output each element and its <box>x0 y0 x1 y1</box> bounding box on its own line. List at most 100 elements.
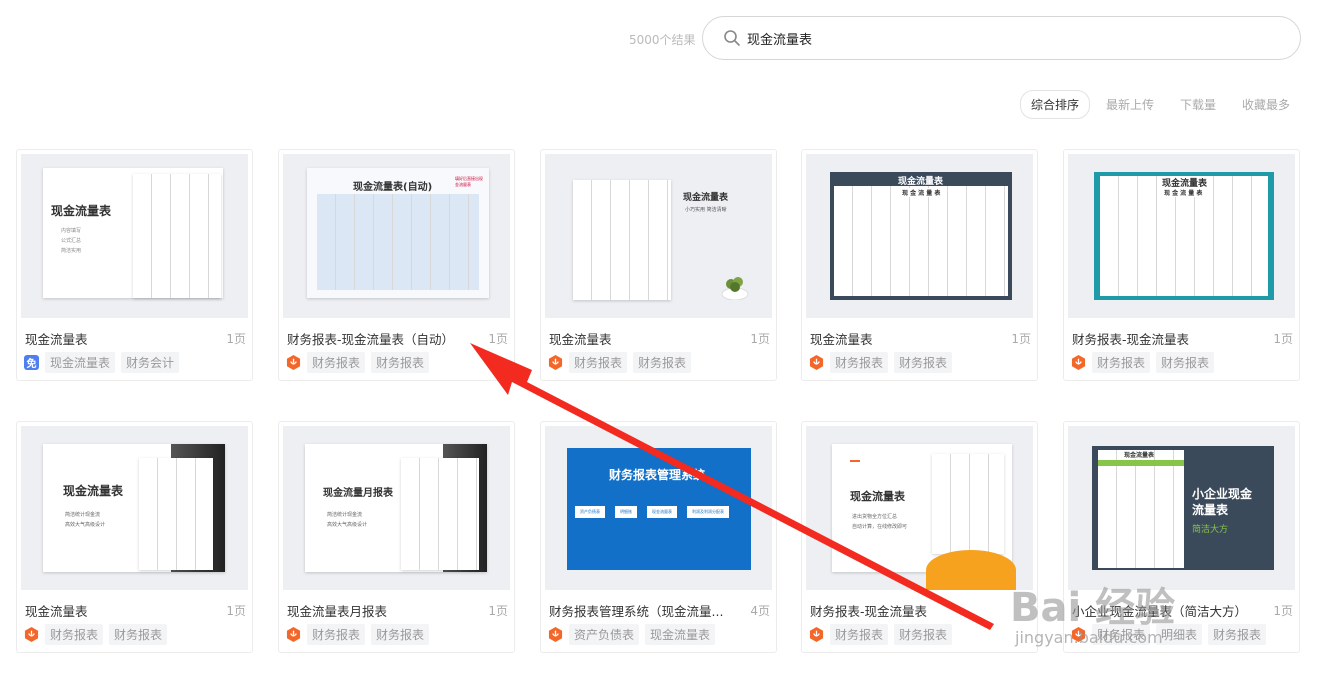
sort-downloads[interactable]: 下载量 <box>1170 91 1226 118</box>
thumb-heading: 财务报表管理系统 <box>609 468 706 482</box>
doc-title[interactable]: 现金流量表月报表 <box>287 601 467 620</box>
sort-favorites[interactable]: 收藏最多 <box>1232 91 1300 118</box>
doc-source-logo-icon <box>548 355 563 370</box>
doc-title[interactable]: 现金流量表 <box>25 329 205 348</box>
tag-row: 财务报表 财务报表 <box>809 624 953 645</box>
doc-title[interactable]: 现金流量表 <box>549 329 729 348</box>
doc-thumbnail[interactable]: 现金流量表 小巧实用 简洁清晰 <box>545 154 772 318</box>
search-box[interactable] <box>702 16 1301 60</box>
tag[interactable]: 财务报表 <box>830 352 889 373</box>
doc-thumbnail[interactable]: 现金流量表 小企业现金流量表 简洁大方 <box>1068 426 1295 590</box>
doc-thumbnail[interactable]: 现金流量表 现 金 流 量 表 <box>1068 154 1295 318</box>
tag[interactable]: 财务报表 <box>371 352 430 373</box>
page-count: 1页 <box>488 604 508 618</box>
doc-card[interactable]: 现金流量表 现 金 流 量 表 财务报表-现金流量表 1页 财务报表 财务报表 <box>1063 149 1300 381</box>
thumb-sheet-title: 现金流量表 <box>1124 450 1155 459</box>
doc-thumbnail[interactable]: 现金流量月报表 简洁统计现金流 高效大气高级设计 <box>283 426 510 590</box>
doc-source-logo-icon <box>809 355 824 370</box>
doc-card[interactable]: 现金流量表 简洁统计现金流 高效大气高级设计 现金流量表 1页 财务报表 财务报表 <box>16 421 253 653</box>
thumb-subheading: 简洁大方 <box>1192 525 1229 535</box>
tag[interactable]: 财务报表 <box>894 352 953 373</box>
doc-source-logo-icon <box>286 355 301 370</box>
thumb-heading: 现金流量表 <box>63 484 124 498</box>
doc-title[interactable]: 财务报表-现金流量表（自动） <box>287 329 487 348</box>
tag[interactable]: 财务报表 <box>371 624 430 645</box>
tag[interactable]: 财务报表 <box>45 624 104 645</box>
search-input[interactable] <box>747 25 1267 51</box>
thumb-heading: 现金流量表 <box>683 193 729 203</box>
tag[interactable]: 财务报表 <box>894 624 953 645</box>
doc-thumbnail[interactable]: 现金流量表(自动) 填好后直接出现金流量表 <box>283 154 510 318</box>
page-count: 4页 <box>750 604 770 618</box>
thumb-menu: 简洁统计现金流 高效大气高级设计 <box>65 512 106 528</box>
tag[interactable]: 财务报表 <box>109 624 168 645</box>
tag[interactable]: 财务报表 <box>633 352 692 373</box>
page-count: 1页 <box>1273 332 1293 346</box>
tag[interactable]: 财务报表 <box>1156 352 1215 373</box>
tag[interactable]: 财务报表 <box>1092 352 1151 373</box>
thumb-heading: 小企业现金流量表 <box>1192 487 1253 517</box>
watermark-url: jingyan.baidu.com <box>1015 628 1163 647</box>
thumb-heading: 现金流量表 <box>51 204 112 218</box>
plant-icon <box>721 277 749 300</box>
tag-row: 财务报表 财务报表 <box>809 352 953 373</box>
doc-source-logo-icon <box>809 627 824 642</box>
doc-card[interactable]: 现金流量月报表 简洁统计现金流 高效大气高级设计 现金流量表月报表 1页 财务报表… <box>278 421 515 653</box>
doc-source-logo-icon <box>24 627 39 642</box>
doc-source-logo-icon <box>286 627 301 642</box>
thumb-subheading: 现 金 流 量 表 <box>902 188 941 197</box>
thumb-heading: 现金流量表(自动) <box>353 182 433 193</box>
tag[interactable]: 财务报表 <box>1208 624 1267 645</box>
tag-row: 财务报表 财务报表 <box>286 352 430 373</box>
tag[interactable]: 财务会计 <box>121 352 180 373</box>
doc-title[interactable]: 现金流量表 <box>810 329 990 348</box>
tag-row: 财务报表 财务报表 <box>24 624 168 645</box>
doc-card[interactable]: 现金流量表 现 金 流 量 表 现金流量表 1页 财务报表 财务报表 <box>801 149 1038 381</box>
doc-card[interactable]: 现金流量表 内容填写 公式汇总 简洁实用 现金流量表 1页 免 现金流量表 财务会计 <box>16 149 253 381</box>
tag[interactable]: 财务报表 <box>569 352 628 373</box>
tag-row: 资产负债表 现金流量表 <box>548 624 716 645</box>
page-count: 1页 <box>226 332 246 346</box>
sort-comprehensive[interactable]: 综合排序 <box>1019 90 1090 119</box>
search-icon[interactable] <box>723 29 741 47</box>
result-count: 5000个结果 <box>629 33 696 47</box>
tag[interactable]: 现金流量表 <box>45 352 116 373</box>
tag[interactable]: 财务报表 <box>307 352 366 373</box>
watermark-logo: Bai 经验 <box>1010 585 1176 631</box>
thumb-menu: 内容填写 公式汇总 简洁实用 <box>61 228 82 254</box>
sort-bar: 综合排序 最新上传 下载量 收藏最多 <box>1019 90 1300 119</box>
doc-title[interactable]: 现金流量表 <box>25 601 205 620</box>
doc-title[interactable]: 财务报表-现金流量表 <box>1072 329 1252 348</box>
tag[interactable]: 财务报表 <box>830 624 889 645</box>
thumb-note: 小巧实用 简洁清晰 <box>685 207 727 213</box>
doc-card[interactable]: 现金流量表 进出货物全方位汇总 自动计算，在线修改即可 财务报表-现金流量表 财务… <box>801 421 1038 653</box>
thumb-heading: 现金流量月报表 <box>323 488 393 499</box>
doc-thumbnail[interactable]: 现金流量表 进出货物全方位汇总 自动计算，在线修改即可 <box>806 426 1033 590</box>
tag-row: 财务报表 财务报表 <box>1071 352 1215 373</box>
tag-row: 财务报表 财务报表 <box>548 352 692 373</box>
doc-title[interactable]: 财务报表管理系统（现金流量... <box>549 601 735 620</box>
doc-thumbnail[interactable]: 现金流量表 现 金 流 量 表 <box>806 154 1033 318</box>
thumb-menu: 进出货物全方位汇总 自动计算，在线修改即可 <box>852 514 908 530</box>
doc-card[interactable]: 现金流量表 小巧实用 简洁清晰 现金流量表 1页 财务报表 财务报表 <box>540 149 777 381</box>
page-count: 1页 <box>1273 604 1293 618</box>
thumb-subheading: 现 金 流 量 表 <box>1164 188 1203 197</box>
doc-source-logo-icon <box>1071 355 1086 370</box>
doc-card[interactable]: 现金流量表(自动) 填好后直接出现金流量表 财务报表-现金流量表（自动） 1页 … <box>278 149 515 381</box>
thumb-heading: 现金流量表 <box>850 490 905 503</box>
tag-row: 财务报表 财务报表 <box>286 624 430 645</box>
doc-source-logo-icon <box>548 627 563 642</box>
tag[interactable]: 财务报表 <box>307 624 366 645</box>
page-count: 1页 <box>1011 332 1031 346</box>
tag-row: 免 现金流量表 财务会计 <box>24 352 180 373</box>
thumb-menu: 简洁统计现金流 高效大气高级设计 <box>327 512 368 528</box>
doc-title[interactable]: 财务报表-现金流量表 <box>810 601 990 620</box>
tag[interactable]: 现金流量表 <box>645 624 716 645</box>
tag[interactable]: 资产负债表 <box>569 624 640 645</box>
doc-thumbnail[interactable]: 财务报表管理系统 资产负债表 明细账 现金流量表 利润及利润分配表 <box>545 426 772 590</box>
sort-newest[interactable]: 最新上传 <box>1096 91 1164 118</box>
doc-card[interactable]: 财务报表管理系统 资产负债表 明细账 现金流量表 利润及利润分配表 财务报表管理… <box>540 421 777 653</box>
thumb-side-note: 填好后直接出现金流量表 <box>455 176 483 187</box>
doc-thumbnail[interactable]: 现金流量表 内容填写 公式汇总 简洁实用 <box>21 154 248 318</box>
doc-thumbnail[interactable]: 现金流量表 简洁统计现金流 高效大气高级设计 <box>21 426 248 590</box>
